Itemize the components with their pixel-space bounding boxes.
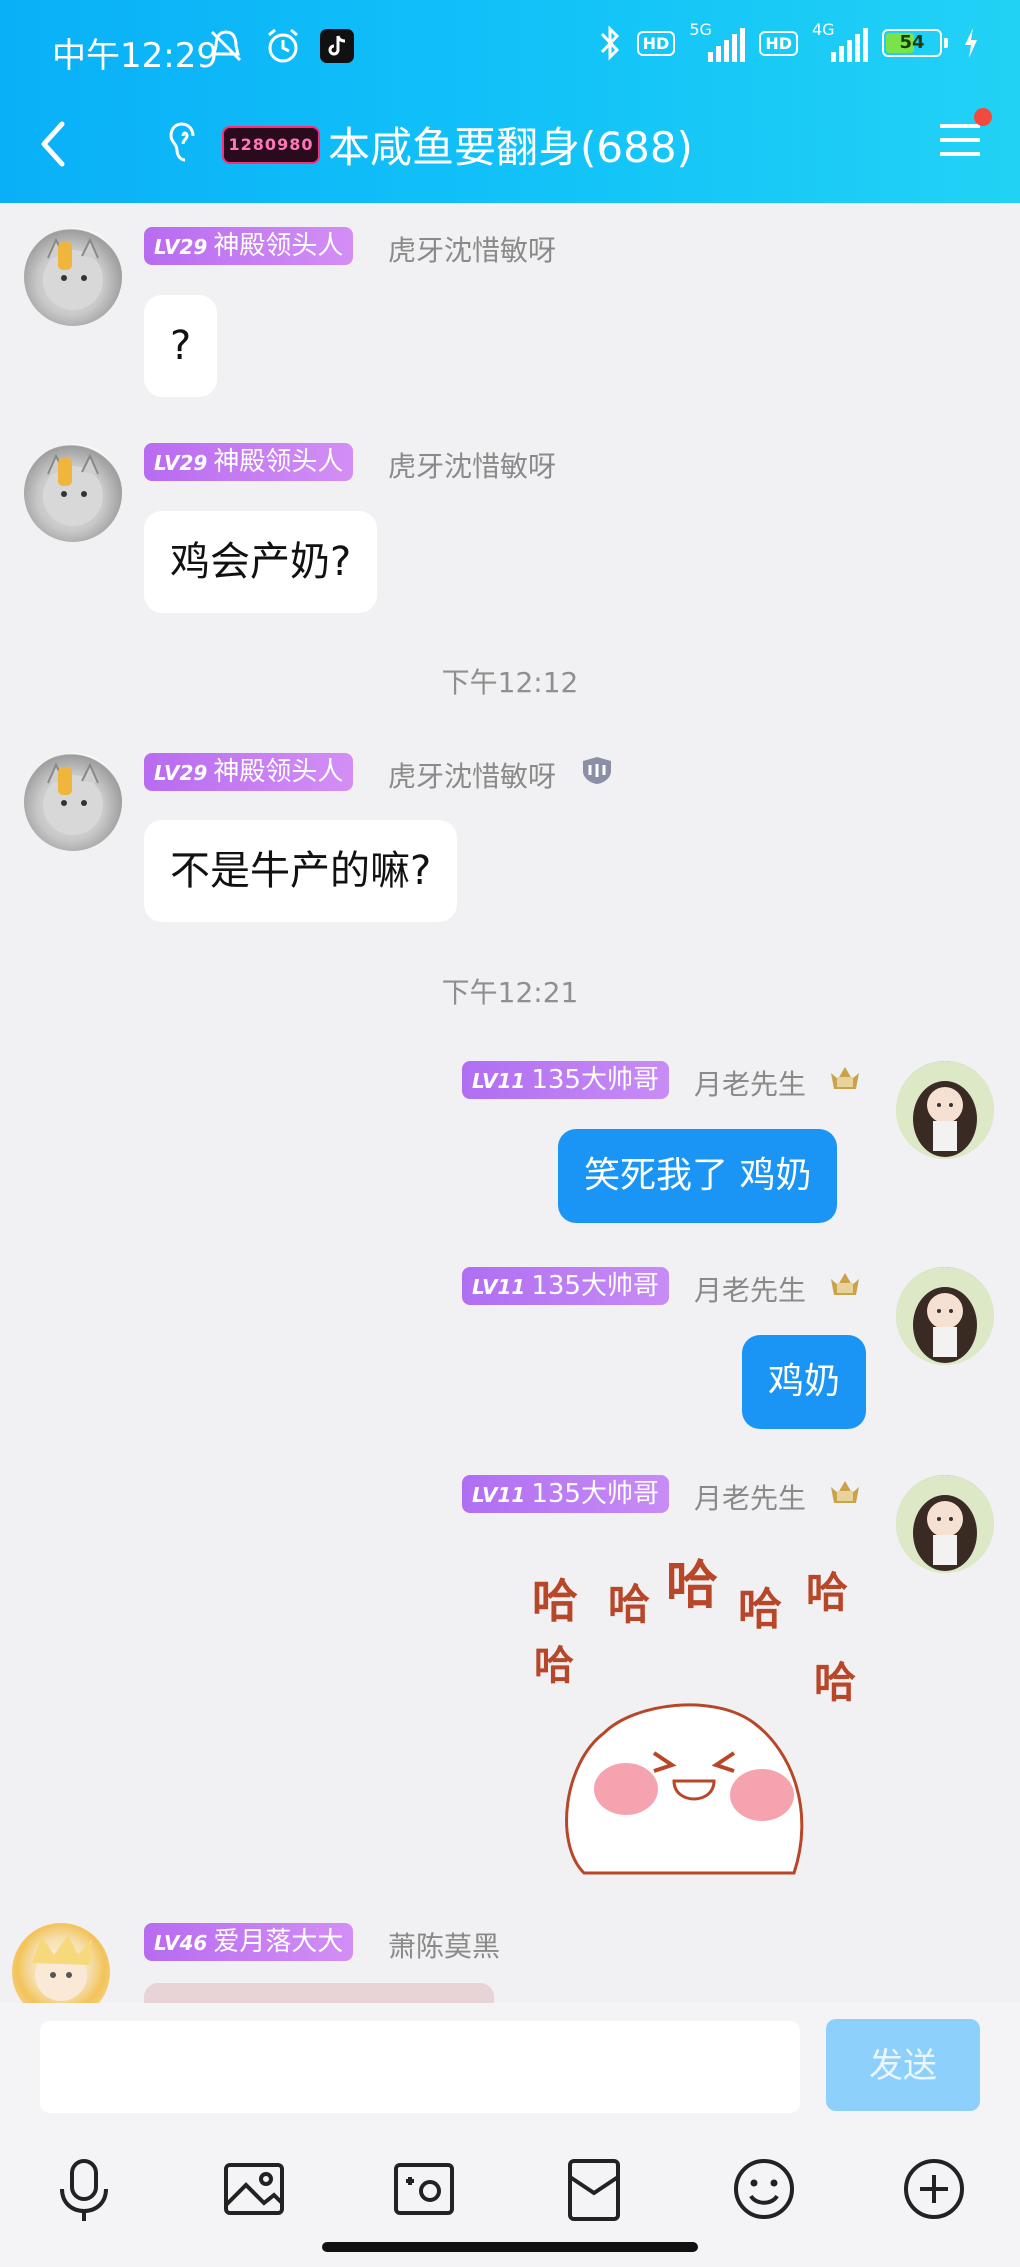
plus-icon[interactable]	[894, 2149, 974, 2229]
level-title: 135大帅哥	[531, 1271, 659, 1301]
crown-badge-icon	[831, 1067, 859, 1089]
timestamp: 下午12:12	[441, 666, 579, 699]
sender-nickname[interactable]: 月老先生	[694, 1063, 806, 1103]
cat-avatar-image	[43, 762, 103, 835]
mute-bell-icon	[210, 30, 242, 62]
laughing-sticker[interactable]: 哈 哈 哈 哈 哈 哈 哈	[524, 1543, 874, 1883]
title-bar: 1280980 本咸鱼要翻身(688)	[0, 100, 1020, 203]
sender-nickname[interactable]: 月老先生	[694, 1269, 806, 1309]
sticker-ha: 哈	[534, 1643, 574, 1689]
cat-avatar-image	[43, 453, 103, 526]
group-menu-button[interactable]	[938, 108, 992, 162]
message-bubble[interactable]: ?	[144, 295, 218, 397]
level-label: LV11	[472, 1275, 526, 1299]
level-title: 神殿领头人	[213, 447, 344, 477]
input-bar: 发送	[0, 2003, 1020, 2267]
microphone-icon[interactable]	[44, 2149, 124, 2229]
cat-avatar-image	[43, 237, 103, 310]
image-icon[interactable]	[214, 2149, 294, 2229]
earpiece-mode-icon[interactable]	[165, 120, 205, 164]
status-bar: 中午12:29 HD 5G HD 4G 54	[0, 0, 1020, 100]
level-label: LV29	[154, 761, 208, 785]
charging-icon	[965, 28, 977, 58]
my-avatar[interactable]	[896, 1267, 994, 1365]
girl-avatar-image	[896, 1061, 994, 1159]
sticker-ha: 哈	[806, 1568, 849, 1617]
input-toolbar	[0, 2149, 1020, 2229]
user-level-tag: LV11 135大帅哥	[462, 1267, 669, 1305]
battery-icon: 54	[882, 29, 948, 57]
message-bubble[interactable]: 笑死我了 鸡奶	[558, 1129, 838, 1223]
crown-badge-icon	[831, 1273, 859, 1295]
sticker-ha: 哈	[814, 1658, 857, 1707]
level-label: LV11	[472, 1069, 526, 1093]
home-indicator[interactable]	[322, 2242, 698, 2252]
message-input[interactable]	[40, 2021, 800, 2113]
girl-avatar-image	[896, 1267, 994, 1365]
hd-badge-1: HD	[636, 30, 676, 56]
level-label: LV46	[154, 1931, 208, 1955]
level-title: 135大帅哥	[531, 1479, 659, 1509]
sender-nickname[interactable]: 虎牙沈惜敏呀	[388, 445, 556, 485]
back-arrow-icon[interactable]	[28, 114, 78, 174]
send-button[interactable]: 发送	[826, 2019, 980, 2111]
girl-avatar-image	[896, 1475, 994, 1573]
user-level-tag: LV46 爱月落大大	[144, 1923, 354, 1961]
signal-4g-icon: 4G	[812, 20, 868, 62]
battery-level: 54	[899, 32, 925, 53]
shield-badge-icon	[583, 757, 611, 784]
group-title: 本咸鱼要翻身(688)	[328, 123, 693, 172]
signal-5g-icon: 5G	[689, 20, 746, 62]
message-bubble-partial[interactable]	[144, 1983, 494, 2003]
sticker-ha: 哈	[666, 1556, 719, 1616]
status-right-icons: HD 5G HD 4G 54	[597, 20, 980, 62]
level-title: 135大帅哥	[531, 1065, 659, 1095]
user-level-tag: LV29 神殿领头人	[144, 753, 354, 791]
my-avatar[interactable]	[896, 1475, 994, 1573]
user-level-tag: LV29 神殿领头人	[144, 227, 354, 265]
status-time: 中午12:29	[52, 36, 218, 76]
level-label: LV29	[154, 235, 208, 259]
user-level-tag: LV11 135大帅哥	[462, 1475, 669, 1513]
level-title: 神殿领头人	[213, 757, 344, 787]
sticker-ha: 哈	[532, 1574, 578, 1628]
crown-badge-icon	[831, 1481, 859, 1503]
timestamp: 下午12:21	[441, 976, 579, 1009]
avatar[interactable]	[24, 753, 122, 851]
level-label: LV29	[154, 451, 208, 475]
sender-nickname[interactable]: 月老先生	[694, 1477, 806, 1517]
sender-nickname[interactable]: 虎牙沈惜敏呀	[388, 755, 556, 795]
avatar[interactable]	[24, 444, 122, 542]
avatar[interactable]	[24, 228, 122, 326]
my-avatar[interactable]	[896, 1061, 994, 1159]
user-level-tag: LV29 神殿领头人	[144, 443, 354, 481]
emoji-icon[interactable]	[724, 2149, 804, 2229]
message-bubble[interactable]: 鸡会产奶?	[144, 511, 378, 613]
level-title: 爱月落大大	[213, 1927, 344, 1957]
status-left-icons	[206, 26, 354, 66]
menu-icon	[940, 124, 980, 156]
level-title: 神殿领头人	[213, 231, 344, 261]
group-badge: 1280980	[222, 126, 320, 164]
notification-dot	[974, 108, 992, 126]
camera-icon[interactable]	[384, 2149, 464, 2229]
tiktok-icon	[320, 29, 354, 63]
sender-nickname[interactable]: 萧陈莫黑	[388, 1925, 500, 1965]
chat-messages[interactable]: LV29 神殿领头人 虎牙沈惜敏呀 ? LV29 神殿领头人 虎牙沈惜敏呀 鸡会产奶…	[0, 203, 1020, 2021]
sticker-ha: 哈	[608, 1580, 651, 1629]
level-label: LV11	[472, 1483, 526, 1507]
red-packet-icon[interactable]	[554, 2149, 634, 2229]
sticker-ha: 哈	[738, 1584, 782, 1635]
bluetooth-icon	[600, 25, 619, 61]
sender-nickname[interactable]: 虎牙沈惜敏呀	[388, 229, 556, 269]
user-level-tag: LV11 135大帅哥	[462, 1061, 669, 1099]
hd-badge-2: HD	[759, 30, 798, 56]
alarm-icon	[268, 28, 298, 63]
message-bubble[interactable]: 不是牛产的嘛?	[144, 820, 458, 922]
app-header: 中午12:29 HD 5G HD 4G 54 1280980 本咸鱼要翻身(68…	[0, 0, 1020, 203]
message-bubble[interactable]: 鸡奶	[742, 1335, 867, 1429]
